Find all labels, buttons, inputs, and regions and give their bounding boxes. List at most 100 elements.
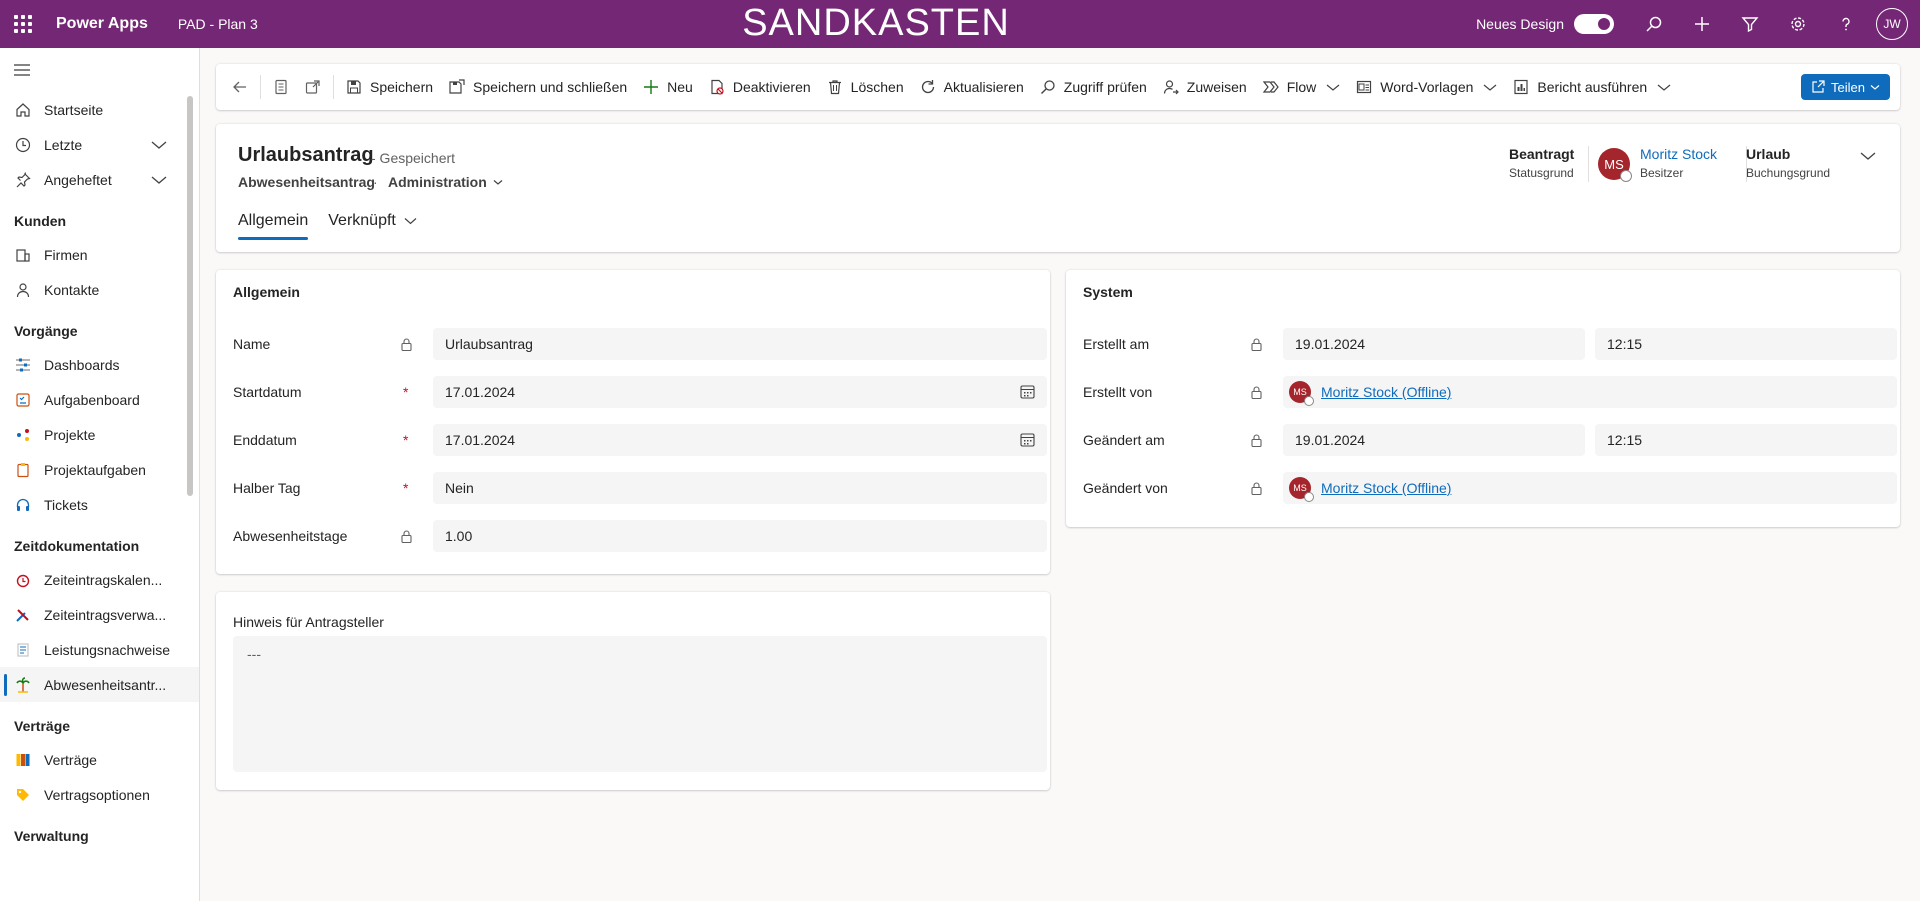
app-name[interactable]: Power Apps bbox=[56, 15, 148, 33]
sidebar-item-tickets[interactable]: Tickets bbox=[0, 487, 199, 522]
sidebar-scrollbar[interactable] bbox=[187, 96, 193, 496]
sidebar-item-projekte[interactable]: Projekte bbox=[0, 417, 199, 452]
new-button[interactable]: Neu bbox=[635, 64, 701, 110]
section-allgemein: Allgemein Name Urlaubsantrag Startdatum … bbox=[216, 270, 1050, 574]
new-design-toggle[interactable] bbox=[1574, 14, 1614, 34]
startdatum-input[interactable]: 17.01.2024 bbox=[433, 376, 1047, 408]
delete-button[interactable]: Löschen bbox=[819, 64, 912, 110]
sidebar-item-label: Zeiteintragskalen... bbox=[44, 571, 163, 588]
chevron-down-icon[interactable] bbox=[151, 137, 167, 153]
gear-icon[interactable] bbox=[1774, 0, 1822, 48]
abwesenheitstage-input[interactable]: 1.00 bbox=[433, 520, 1047, 552]
sidebar-group-kunden: Kunden bbox=[14, 213, 67, 229]
sidebar-item-aufgabenboard[interactable]: Aufgabenboard bbox=[0, 382, 199, 417]
section-title: Allgemein bbox=[233, 284, 300, 300]
trash-icon bbox=[827, 79, 843, 95]
halber-tag-select[interactable]: Nein bbox=[433, 472, 1047, 504]
sidebar-item-vertragsoptionen[interactable]: Vertragsoptionen bbox=[0, 777, 199, 812]
owner-avatar[interactable]: MS bbox=[1598, 148, 1632, 182]
refresh-button[interactable]: Aktualisieren bbox=[912, 64, 1032, 110]
lock-icon bbox=[1251, 434, 1262, 450]
field-value: 19.01.2024 bbox=[1295, 336, 1366, 352]
chevron-down-icon[interactable] bbox=[1657, 79, 1671, 95]
sidebar-item-home[interactable]: Startseite bbox=[0, 92, 199, 127]
deactivate-button[interactable]: Deaktivieren bbox=[701, 64, 819, 110]
sidebar-item-zeiteintragsverwaltung[interactable]: Zeiteintragsverwa... bbox=[0, 597, 199, 632]
sidebar-item-kontakte[interactable]: Kontakte bbox=[0, 272, 199, 307]
booking-label: Buchungsgrund bbox=[1746, 166, 1831, 180]
tab-verknuepft[interactable]: Verknüpft bbox=[328, 212, 417, 240]
section-system: System Erstellt am 19.01.2024 12:15 Erst… bbox=[1066, 270, 1900, 527]
sidebar-item-projektaufgaben[interactable]: Projektaufgaben bbox=[0, 452, 199, 487]
created-by-link[interactable]: Moritz Stock (Offline) bbox=[1321, 384, 1451, 400]
new-label: Neu bbox=[667, 79, 693, 95]
app-launcher-icon[interactable] bbox=[0, 0, 46, 48]
modified-by-link[interactable]: Moritz Stock (Offline) bbox=[1321, 480, 1451, 496]
word-templates-button[interactable]: Word-Vorlagen bbox=[1348, 64, 1505, 110]
save-close-icon bbox=[449, 79, 465, 95]
share-button[interactable]: Teilen bbox=[1801, 74, 1890, 100]
assign-person-icon bbox=[1163, 79, 1179, 95]
flow-button[interactable]: Flow bbox=[1255, 64, 1349, 110]
filter-icon[interactable] bbox=[1726, 0, 1774, 48]
tab-allgemein[interactable]: Allgemein bbox=[238, 212, 309, 240]
record-set-button[interactable] bbox=[265, 64, 297, 110]
new-design-label: Neues Design bbox=[1476, 16, 1564, 32]
search-icon[interactable] bbox=[1630, 0, 1678, 48]
save-and-close-button[interactable]: Speichern und schließen bbox=[441, 64, 635, 110]
calendar-icon[interactable] bbox=[1020, 433, 1035, 450]
field-value: 17.01.2024 bbox=[445, 432, 516, 448]
sidebar-group-verwaltung: Verwaltung bbox=[14, 828, 89, 844]
run-report-button[interactable]: Bericht ausführen bbox=[1505, 64, 1679, 110]
field-label: Enddatum bbox=[233, 432, 297, 448]
owner-link[interactable]: Moritz Stock bbox=[1640, 146, 1717, 162]
sidebar-item-vertraege[interactable]: Verträge bbox=[0, 742, 199, 777]
tag-icon bbox=[14, 786, 32, 804]
user-avatar: MS bbox=[1289, 381, 1314, 406]
enddatum-input[interactable]: 17.01.2024 bbox=[433, 424, 1047, 456]
deactivate-icon bbox=[709, 79, 725, 95]
sidebar-group-vertraege: Verträge bbox=[14, 718, 71, 734]
back-button[interactable] bbox=[224, 64, 256, 110]
header-expand-chevron-icon[interactable] bbox=[1860, 148, 1876, 164]
modified-on-date-input[interactable]: 19.01.2024 bbox=[1283, 424, 1585, 456]
created-by-lookup[interactable]: MS Moritz Stock (Offline) bbox=[1283, 376, 1897, 408]
user-avatar[interactable]: JW bbox=[1876, 8, 1908, 40]
sidebar-item-label: Abwesenheitsantr... bbox=[44, 676, 167, 693]
taskboard-icon bbox=[14, 391, 32, 409]
sidebar-item-firmen[interactable]: Firmen bbox=[0, 237, 199, 272]
created-on-date-input[interactable]: 19.01.2024 bbox=[1283, 328, 1585, 360]
calendar-icon[interactable] bbox=[1020, 385, 1035, 402]
save-icon bbox=[346, 79, 362, 95]
name-input[interactable]: Urlaubsantrag bbox=[433, 328, 1047, 360]
field-label: Erstellt von bbox=[1083, 384, 1153, 400]
share-label: Teilen bbox=[1831, 79, 1865, 95]
modified-on-time-input[interactable]: 12:15 bbox=[1595, 424, 1897, 456]
open-new-window-button[interactable] bbox=[297, 64, 329, 110]
created-on-time-input[interactable]: 12:15 bbox=[1595, 328, 1897, 360]
help-icon[interactable] bbox=[1822, 0, 1870, 48]
field-value: Nein bbox=[445, 480, 474, 496]
clock-icon bbox=[14, 136, 32, 154]
sidebar-item-recent[interactable]: Letzte bbox=[0, 127, 199, 162]
form-tabs: Allgemein Verknüpft bbox=[238, 212, 437, 240]
notes-textarea[interactable]: --- bbox=[233, 636, 1047, 772]
sidebar-item-abwesenheitsantraege[interactable]: Abwesenheitsantr... bbox=[0, 667, 199, 702]
check-access-button[interactable]: Zugriff prüfen bbox=[1032, 64, 1155, 110]
chevron-down-icon[interactable] bbox=[151, 172, 167, 188]
chevron-down-icon[interactable] bbox=[1326, 79, 1340, 95]
sidebar-item-pinned[interactable]: Angeheftet bbox=[0, 162, 199, 197]
environment-name[interactable]: PAD - Plan 3 bbox=[178, 16, 258, 32]
modified-by-lookup[interactable]: MS Moritz Stock (Offline) bbox=[1283, 472, 1897, 504]
notes-label: Hinweis für Antragsteller bbox=[233, 614, 384, 630]
sidebar-item-leistungsnachweise[interactable]: Leistungsnachweise bbox=[0, 632, 199, 667]
sidebar-item-zeiteintragskalender[interactable]: Zeiteintragskalen... bbox=[0, 562, 199, 597]
form-selector[interactable]: Administration bbox=[388, 174, 503, 190]
save-button[interactable]: Speichern bbox=[338, 64, 441, 110]
sidebar-item-dashboards[interactable]: Dashboards bbox=[0, 347, 199, 382]
hamburger-menu-icon[interactable] bbox=[0, 48, 199, 92]
chevron-down-icon[interactable] bbox=[1483, 79, 1497, 95]
field-label: Startdatum bbox=[233, 384, 302, 400]
plus-icon[interactable] bbox=[1678, 0, 1726, 48]
assign-button[interactable]: Zuweisen bbox=[1155, 64, 1255, 110]
